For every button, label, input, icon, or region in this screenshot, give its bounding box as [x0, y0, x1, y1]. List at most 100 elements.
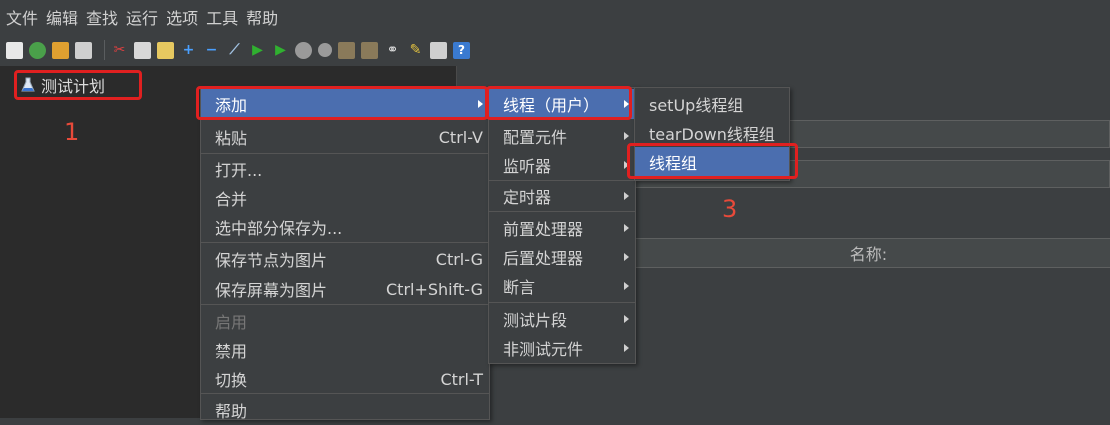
cut-icon[interactable]: ✂	[111, 42, 128, 59]
menu-item-save-node-image[interactable]: 保存节点为图片 Ctrl-G	[201, 244, 489, 274]
help-icon[interactable]: ?	[453, 41, 470, 59]
submenu-item-assertion[interactable]: 断言	[489, 271, 635, 301]
thread-submenu: setUp线程组 tearDown线程组 线程组	[634, 87, 790, 181]
menu-item-enable: 启用	[201, 306, 489, 336]
menu-item-label: 启用	[215, 313, 248, 332]
save-icon[interactable]	[75, 41, 92, 59]
menu-item-label: 测试片段	[503, 311, 568, 330]
submenu-arrow-icon	[624, 132, 629, 140]
menu-item-label: 线程（用户）	[503, 96, 600, 115]
menu-item-label: 打开...	[215, 161, 263, 180]
paste-icon[interactable]	[157, 41, 174, 59]
menu-item-label: 后置处理器	[503, 249, 584, 268]
submenu-arrow-icon	[624, 192, 629, 200]
menu-item-label: 监听器	[503, 157, 552, 176]
menu-item-shortcut: Ctrl+Shift-G	[386, 279, 483, 299]
submenu-arrow-icon	[624, 224, 629, 232]
new-icon[interactable]	[6, 41, 23, 59]
menu-item-label: 选中部分保存为...	[215, 219, 343, 238]
submenu-arrow-icon	[624, 100, 629, 108]
tree-node-test-plan[interactable]: 测试计划	[14, 70, 142, 100]
menu-help[interactable]: 帮助	[240, 5, 280, 29]
menu-item-shortcut: Ctrl-G	[435, 249, 483, 269]
clear-all-icon[interactable]	[361, 41, 378, 59]
submenu-item-test-fragment[interactable]: 测试片段	[489, 304, 635, 334]
submenu-item-threads[interactable]: 线程（用户）	[489, 89, 635, 119]
start-icon[interactable]: ▶	[249, 42, 266, 59]
toggle-icon[interactable]: ⟋	[226, 42, 243, 59]
menu-item-disable[interactable]: 禁用	[201, 335, 489, 365]
shutdown-icon[interactable]	[318, 43, 332, 57]
clear-icon[interactable]	[338, 41, 355, 59]
submenu-item-non-test-elements[interactable]: 非测试元件	[489, 333, 635, 363]
stop-icon[interactable]	[295, 41, 312, 59]
menu-item-shortcut: Ctrl-T	[440, 369, 483, 389]
annotation-3: 3	[722, 195, 738, 223]
menu-separator	[489, 211, 635, 212]
menu-item-label: 添加	[215, 96, 248, 115]
menu-bar: 文件 编辑 查找 运行 选项 工具 帮助	[0, 0, 1110, 34]
submenu-item-post-processor[interactable]: 后置处理器	[489, 242, 635, 272]
submenu-item-thread-group[interactable]: 线程组	[635, 147, 789, 177]
context-menu: 添加 粘贴 Ctrl-V 打开... 合并 选中部分保存为... 保存节点为图片…	[200, 87, 490, 421]
menu-item-paste[interactable]: 粘贴 Ctrl-V	[201, 122, 489, 152]
templates-icon[interactable]	[29, 41, 46, 59]
menu-item-label: 禁用	[215, 342, 248, 361]
menu-separator	[201, 304, 489, 305]
add-submenu: 线程（用户） 配置元件 监听器 定时器 前置处理器 后置处理器 断言 测试片段 …	[488, 87, 636, 364]
submenu-arrow-icon	[624, 344, 629, 352]
menu-separator	[201, 242, 489, 243]
menu-item-help[interactable]: 帮助	[201, 395, 489, 425]
menu-item-label: tearDown线程组	[649, 125, 775, 144]
submenu-item-setup-thread-group[interactable]: setUp线程组	[635, 89, 789, 119]
function-helper-icon[interactable]	[430, 41, 447, 59]
submenu-item-teardown-thread-group[interactable]: tearDown线程组	[635, 118, 789, 148]
search-icon[interactable]: ⚭	[384, 42, 401, 59]
menu-search[interactable]: 查找	[80, 5, 120, 29]
name-column-header: 名称:	[849, 245, 888, 264]
submenu-item-config-element[interactable]: 配置元件	[489, 121, 635, 151]
submenu-item-pre-processor[interactable]: 前置处理器	[489, 213, 635, 243]
menu-separator	[201, 393, 489, 394]
menu-item-label: 定时器	[503, 188, 552, 207]
menu-item-label: 配置元件	[503, 128, 568, 147]
submenu-arrow-icon	[624, 282, 629, 290]
start-no-pause-icon[interactable]: ▶	[272, 42, 289, 59]
tree-node-label: 测试计划	[41, 77, 106, 96]
flask-icon	[21, 77, 35, 92]
open-icon[interactable]	[52, 41, 69, 59]
menu-item-add[interactable]: 添加	[201, 89, 489, 119]
submenu-arrow-icon	[624, 315, 629, 323]
submenu-arrow-icon	[624, 253, 629, 261]
menu-item-shortcut: Ctrl-V	[438, 127, 483, 147]
annotation-1: 1	[64, 118, 80, 146]
menu-item-open[interactable]: 打开...	[201, 154, 489, 184]
submenu-arrow-icon	[478, 100, 483, 108]
submenu-arrow-icon	[624, 161, 629, 169]
menu-separator	[489, 302, 635, 303]
menu-item-label: setUp线程组	[649, 96, 744, 115]
copy-icon[interactable]	[134, 41, 151, 59]
collapse-icon[interactable]: −	[203, 42, 220, 59]
reset-search-icon[interactable]: ✎	[407, 42, 424, 59]
menu-run[interactable]: 运行	[120, 5, 160, 29]
menu-item-label: 保存屏幕为图片	[215, 281, 328, 300]
toolbar-separator	[104, 40, 105, 60]
menu-item-label: 保存节点为图片	[215, 251, 328, 270]
submenu-item-listener[interactable]: 监听器	[489, 150, 635, 180]
menu-item-merge[interactable]: 合并	[201, 183, 489, 213]
menu-item-save-screen-image[interactable]: 保存屏幕为图片 Ctrl+Shift-G	[201, 274, 489, 304]
menu-options[interactable]: 选项	[160, 5, 200, 29]
menu-item-save-selection-as[interactable]: 选中部分保存为...	[201, 212, 489, 242]
menu-item-label: 合并	[215, 190, 248, 209]
menu-item-label: 粘贴	[215, 129, 248, 148]
menu-item-label: 前置处理器	[503, 220, 584, 239]
expand-icon[interactable]: +	[180, 42, 197, 59]
menu-file[interactable]: 文件	[0, 5, 40, 29]
menu-item-label: 非测试元件	[503, 340, 584, 359]
menu-tools[interactable]: 工具	[200, 5, 240, 29]
menu-item-label: 帮助	[215, 402, 248, 421]
menu-edit[interactable]: 编辑	[40, 5, 80, 29]
menu-item-toggle[interactable]: 切换 Ctrl-T	[201, 364, 489, 394]
submenu-item-timer[interactable]: 定时器	[489, 181, 635, 211]
